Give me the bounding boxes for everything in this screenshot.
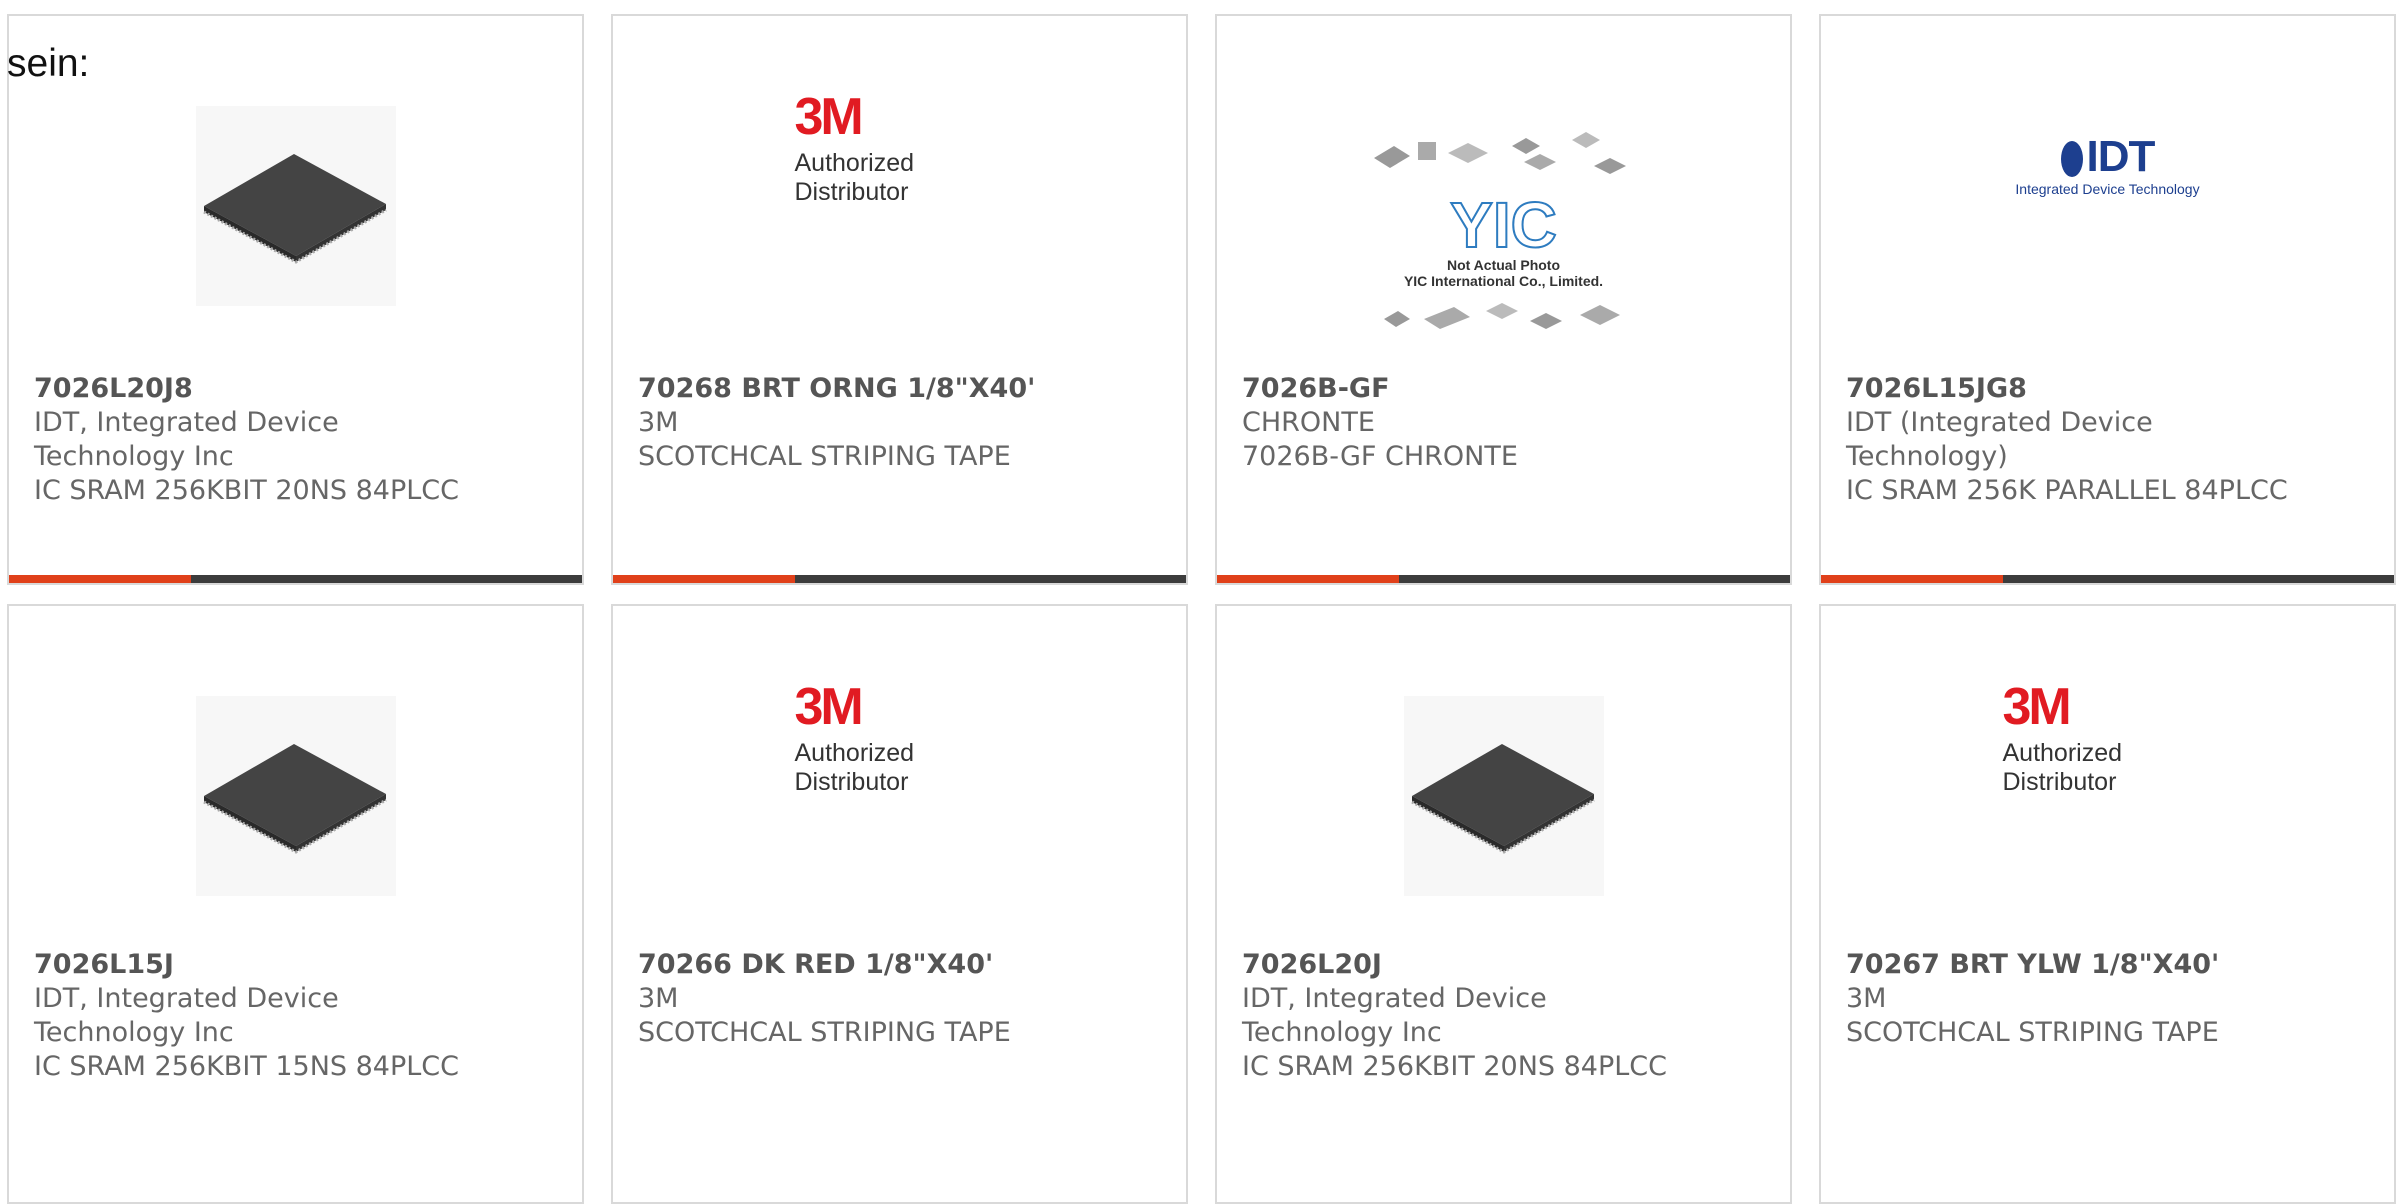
description: SCOTCHCAL STRIPING TAPE	[1846, 1017, 2219, 1048]
card-accent	[9, 575, 191, 583]
part-number[interactable]: 70268 BRT ORNG 1/8"X40'	[638, 372, 1166, 406]
part-number[interactable]: 70267 BRT YLW 1/8"X40'	[1846, 948, 2374, 982]
chip-icon	[195, 106, 396, 306]
part-number[interactable]: 7026L15J	[34, 948, 562, 982]
card-bottom-bar	[1217, 575, 1790, 583]
card-bottom-bar	[1821, 575, 2394, 583]
manufacturer: CHRONTE	[1242, 407, 1375, 438]
yic-placeholder: YIC Not Actual Photo YIC International C…	[1364, 118, 1644, 344]
part-number[interactable]: 7026L20J8	[34, 372, 562, 406]
product-image[interactable]: 3M Authorized Distributor	[613, 91, 1186, 291]
component-shapes-icon	[1383, 303, 1620, 329]
product-card[interactable]: 7026L15J IDT, Integrated Device Technolo…	[7, 604, 584, 1204]
product-info: 70266 DK RED 1/8"X40' 3M SCOTCHCAL STRIP…	[638, 948, 1166, 1050]
description: IC SRAM 256KBIT 15NS 84PLCC	[34, 1051, 460, 1082]
part-number[interactable]: 7026B-GF	[1242, 372, 1770, 406]
intro-label: sein:	[7, 42, 90, 85]
product-card[interactable]: 7026L20J8 IDT, Integrated Device Technol…	[7, 14, 584, 585]
card-bottom-bar	[613, 575, 1186, 583]
description: SCOTCHCAL STRIPING TAPE	[638, 441, 1011, 472]
card-accent	[613, 575, 795, 583]
product-card[interactable]: 3M Authorized Distributor 70267 BRT YLW …	[1819, 604, 2396, 1204]
manufacturer: Technology)	[1846, 441, 2008, 472]
description: IC SRAM 256K PARALLEL 84PLCC	[1846, 475, 2288, 506]
description: 7026B-GF CHRONTE	[1242, 441, 1518, 472]
manufacturer: IDT (Integrated Device	[1846, 407, 2153, 438]
3m-logo: 3M Authorized Distributor	[794, 678, 915, 796]
manufacturer: Technology Inc	[34, 441, 234, 472]
manufacturer: 3M	[1846, 983, 1887, 1014]
product-info: 70268 BRT ORNG 1/8"X40' 3M SCOTCHCAL STR…	[638, 372, 1166, 474]
manufacturer: IDT, Integrated Device	[34, 407, 339, 438]
part-number[interactable]: 7026L20J	[1242, 948, 1770, 982]
product-image[interactable]	[9, 76, 582, 336]
card-bottom-bar	[9, 575, 582, 583]
product-info: 7026L20J IDT, Integrated Device Technolo…	[1242, 948, 1770, 1084]
idt-logo: IDT Integrated Device Technology	[2015, 132, 2200, 198]
product-image[interactable]: 3M Authorized Distributor	[613, 681, 1186, 881]
product-image[interactable]: YIC Not Actual Photo YIC International C…	[1217, 101, 1790, 361]
product-info: 7026L20J8 IDT, Integrated Device Technol…	[34, 372, 562, 508]
description: SCOTCHCAL STRIPING TAPE	[638, 1017, 1011, 1048]
product-grid: 7026L20J8 IDT, Integrated Device Technol…	[0, 0, 2400, 1204]
part-number[interactable]: 70266 DK RED 1/8"X40'	[638, 948, 1166, 982]
product-card[interactable]: 3M Authorized Distributor 70266 DK RED 1…	[611, 604, 1188, 1204]
product-info: 70267 BRT YLW 1/8"X40' 3M SCOTCHCAL STRI…	[1846, 948, 2374, 1050]
product-info: 7026L15J IDT, Integrated Device Technolo…	[34, 948, 562, 1084]
product-image[interactable]: IDT Integrated Device Technology	[1821, 106, 2394, 226]
chip-icon	[1403, 696, 1604, 896]
product-image[interactable]: 3M Authorized Distributor	[1821, 681, 2394, 881]
description: IC SRAM 256KBIT 20NS 84PLCC	[34, 475, 460, 506]
part-number[interactable]: 7026L15JG8	[1846, 372, 2374, 406]
3m-logo: 3M Authorized Distributor	[794, 88, 915, 206]
card-accent	[1217, 575, 1399, 583]
manufacturer: Technology Inc	[1242, 1017, 1442, 1048]
product-info: 7026L15JG8 IDT (Integrated Device Techno…	[1846, 372, 2374, 508]
product-card[interactable]: 7026L20J IDT, Integrated Device Technolo…	[1215, 604, 1792, 1204]
card-accent	[1821, 575, 2003, 583]
manufacturer: IDT, Integrated Device	[34, 983, 339, 1014]
product-card[interactable]: YIC Not Actual Photo YIC International C…	[1215, 14, 1792, 585]
product-card[interactable]: 3M Authorized Distributor 70268 BRT ORNG…	[611, 14, 1188, 585]
manufacturer: 3M	[638, 983, 679, 1014]
chip-icon	[195, 696, 396, 896]
description: IC SRAM 256KBIT 20NS 84PLCC	[1242, 1051, 1668, 1082]
manufacturer: IDT, Integrated Device	[1242, 983, 1547, 1014]
product-image[interactable]	[9, 666, 582, 926]
product-info: 7026B-GF CHRONTE 7026B-GF CHRONTE	[1242, 372, 1770, 474]
3m-logo: 3M Authorized Distributor	[2002, 678, 2123, 796]
manufacturer: Technology Inc	[34, 1017, 234, 1048]
product-image[interactable]	[1217, 666, 1790, 926]
component-shapes-icon	[1373, 132, 1626, 174]
product-card[interactable]: IDT Integrated Device Technology 7026L15…	[1819, 14, 2396, 585]
manufacturer: 3M	[638, 407, 679, 438]
